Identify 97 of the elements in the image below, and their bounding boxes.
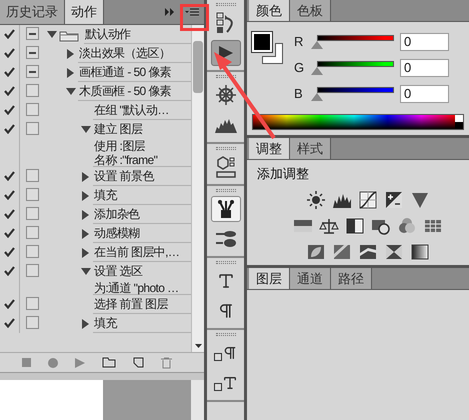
scroll-thumb[interactable] bbox=[193, 41, 203, 93]
channel-value-field[interactable]: 0 bbox=[400, 85, 449, 103]
type-icon[interactable] bbox=[216, 272, 234, 290]
ship-wheel-icon[interactable] bbox=[214, 84, 236, 106]
history-icon[interactable] bbox=[216, 12, 236, 34]
action-label[interactable]: 设置 选区 bbox=[93, 262, 191, 281]
dialog-toggle[interactable] bbox=[26, 169, 38, 182]
dialog-toggle[interactable] bbox=[26, 226, 38, 239]
scrollbar[interactable] bbox=[191, 25, 204, 352]
exposure-icon[interactable] bbox=[384, 190, 404, 210]
dock-grip[interactable] bbox=[216, 189, 236, 192]
channel-label: B bbox=[294, 85, 304, 104]
check-toggle[interactable] bbox=[4, 228, 15, 238]
check-toggle[interactable] bbox=[4, 209, 15, 219]
check-toggle[interactable] bbox=[4, 171, 15, 181]
collapse-arrow-icon[interactable] bbox=[67, 68, 74, 78]
check-toggle[interactable] bbox=[4, 247, 15, 257]
collapse-arrow-icon[interactable] bbox=[82, 190, 89, 200]
dialog-toggle[interactable] bbox=[26, 46, 38, 59]
color-slider[interactable] bbox=[314, 34, 394, 50]
panel-tab[interactable]: 历史记录 bbox=[0, 0, 65, 24]
panel-tab[interactable]: 颜色 bbox=[249, 0, 290, 21]
new-action-icon[interactable] bbox=[133, 357, 144, 368]
expand-arrow-icon[interactable] bbox=[66, 88, 76, 95]
dialog-toggle[interactable] bbox=[26, 264, 38, 277]
collapse-arrow-icon[interactable] bbox=[82, 172, 89, 182]
folder-icon[interactable] bbox=[102, 357, 116, 368]
window-edge bbox=[191, 380, 204, 420]
circles-icon[interactable] bbox=[397, 216, 417, 236]
check-toggle[interactable] bbox=[4, 48, 15, 58]
dock-grip[interactable] bbox=[216, 3, 236, 6]
highlight-frame bbox=[180, 4, 209, 31]
channel-label: R bbox=[294, 33, 304, 52]
panel-tab[interactable]: 样式 bbox=[290, 138, 331, 159]
check-toggle[interactable] bbox=[4, 124, 15, 134]
collapse-arrow-icon[interactable] bbox=[67, 48, 74, 58]
check-toggle[interactable] bbox=[4, 266, 15, 276]
color-spectrum-bar[interactable] bbox=[252, 114, 464, 130]
collapse-panel-icon[interactable] bbox=[165, 8, 175, 16]
curve-icon[interactable] bbox=[358, 190, 378, 210]
channel-value-field[interactable]: 0 bbox=[400, 33, 449, 51]
dock-grip[interactable] bbox=[216, 333, 236, 336]
panel-tab[interactable]: 动作 bbox=[65, 0, 104, 24]
dialog-toggle[interactable] bbox=[26, 245, 38, 258]
panel-tab[interactable]: 调整 bbox=[249, 138, 290, 159]
expand-arrow-icon[interactable] bbox=[80, 126, 90, 133]
collapse-arrow-icon[interactable] bbox=[82, 318, 89, 328]
check-toggle[interactable] bbox=[4, 29, 15, 39]
paragraph-style-icon[interactable] bbox=[214, 345, 238, 361]
action-detail: 使用 :图层 bbox=[93, 139, 146, 153]
check-toggle[interactable] bbox=[4, 318, 15, 328]
dock-grip[interactable] bbox=[216, 147, 236, 150]
dialog-toggle[interactable] bbox=[26, 316, 38, 329]
cube-icon[interactable] bbox=[216, 156, 236, 178]
dialog-toggle[interactable] bbox=[26, 84, 38, 97]
histogram-icon[interactable] bbox=[214, 117, 236, 133]
color-slider[interactable] bbox=[314, 86, 394, 102]
dialog-toggle[interactable] bbox=[26, 188, 38, 201]
panel-menu-icon[interactable] bbox=[185, 8, 199, 17]
dock-grip[interactable] bbox=[216, 261, 236, 264]
check-toggle[interactable] bbox=[4, 299, 15, 309]
foreground-swatch[interactable] bbox=[252, 32, 272, 52]
collapse-arrow-icon[interactable] bbox=[82, 228, 89, 238]
panel-tab[interactable]: 通道 bbox=[290, 268, 331, 289]
dialog-toggle[interactable] bbox=[26, 297, 38, 310]
dialog-toggle[interactable] bbox=[26, 207, 38, 220]
collapse-arrow-icon[interactable] bbox=[82, 210, 89, 220]
dialog-toggle[interactable] bbox=[26, 27, 38, 40]
background-swatch[interactable] bbox=[262, 43, 283, 64]
expand-arrow-icon[interactable] bbox=[46, 31, 56, 38]
scroll-down-icon[interactable] bbox=[194, 344, 202, 348]
panel-tab[interactable]: 图层 bbox=[249, 268, 290, 289]
panel-tab[interactable]: 色板 bbox=[290, 0, 331, 21]
panel-tab[interactable]: 路径 bbox=[331, 268, 372, 289]
check-toggle[interactable] bbox=[4, 190, 15, 200]
brushes-icon[interactable] bbox=[216, 199, 236, 219]
action-label[interactable]: 建立 图层 bbox=[93, 120, 191, 139]
dock-grip[interactable] bbox=[216, 75, 236, 78]
dialog-toggle[interactable] bbox=[26, 122, 38, 135]
gradient-square-icon[interactable] bbox=[410, 242, 430, 262]
collapse-arrow-icon[interactable] bbox=[82, 248, 89, 258]
character-style-icon[interactable] bbox=[214, 375, 238, 391]
check-toggle[interactable] bbox=[4, 86, 15, 96]
dialog-toggle[interactable] bbox=[26, 103, 38, 116]
sun-icon[interactable] bbox=[306, 190, 326, 210]
half-square-icon[interactable] bbox=[345, 216, 365, 236]
dialog-toggle[interactable] bbox=[26, 65, 38, 78]
dock-button[interactable] bbox=[210, 196, 240, 222]
folder-icon bbox=[59, 30, 79, 42]
channel-value-field[interactable]: 0 bbox=[400, 59, 449, 77]
channel-label: G bbox=[294, 59, 306, 78]
panel-heading: 添加调整 bbox=[256, 165, 310, 183]
expand-arrow-icon[interactable] bbox=[80, 268, 90, 275]
brush-slider-icon[interactable] bbox=[214, 230, 236, 248]
color-slider[interactable] bbox=[314, 60, 394, 76]
check-toggle[interactable] bbox=[4, 67, 15, 77]
check-toggle[interactable] bbox=[4, 105, 15, 115]
